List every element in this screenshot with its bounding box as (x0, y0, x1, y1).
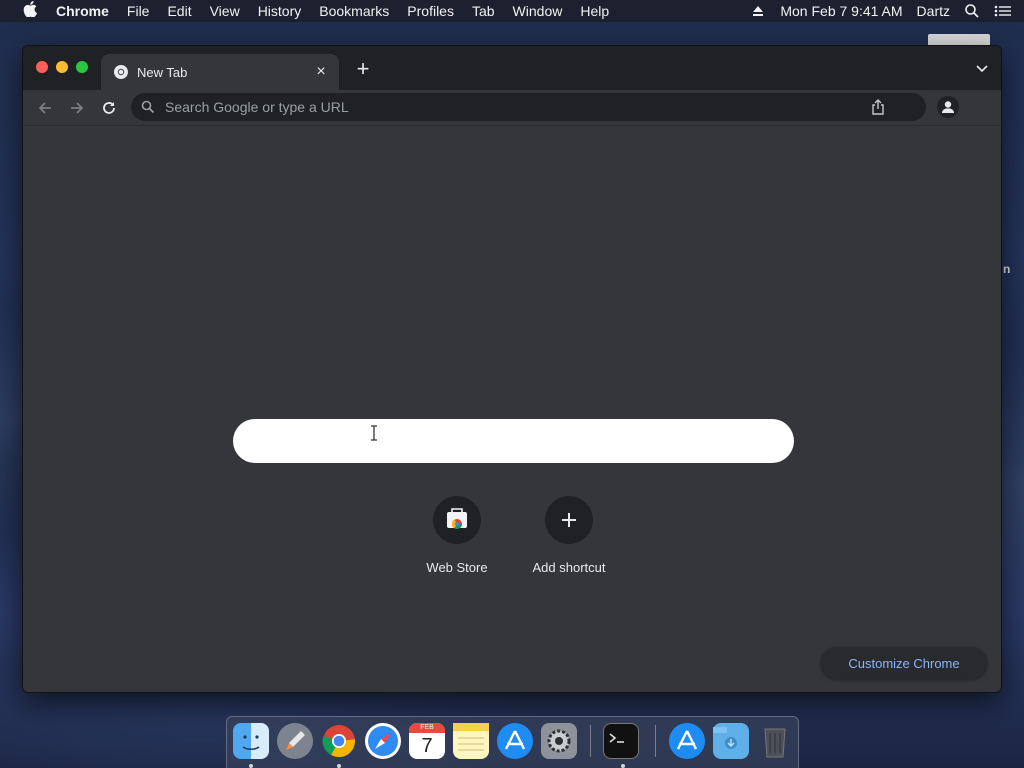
downloads-folder-icon[interactable] (713, 723, 749, 759)
notes-icon[interactable] (453, 723, 489, 759)
menu-extras: Mon Feb 7 9:41 AM Dartz (750, 0, 1024, 22)
app-store-icon[interactable] (497, 723, 533, 759)
close-tab-icon[interactable]: × (313, 64, 329, 80)
trash-icon[interactable] (757, 723, 793, 759)
finder-icon[interactable] (233, 723, 269, 759)
apple-menu-icon[interactable] (20, 1, 40, 21)
reload-button[interactable] (99, 98, 119, 118)
menu-file[interactable]: File (127, 3, 150, 19)
system-preferences-icon[interactable] (541, 723, 577, 759)
back-button[interactable] (35, 98, 55, 118)
shortcut-label: Web Store (426, 560, 488, 575)
menu-edit[interactable]: Edit (167, 3, 191, 19)
customize-chrome-button[interactable]: Customize Chrome (821, 647, 987, 679)
calendar-day: 7 (421, 735, 433, 757)
share-icon[interactable] (870, 99, 886, 115)
terminal-icon[interactable] (603, 723, 639, 759)
tab-title: New Tab (137, 64, 188, 80)
shortcut-label: Add shortcut (532, 560, 606, 575)
calendar-month: FEB (409, 723, 445, 733)
forward-button[interactable] (67, 98, 87, 118)
web-store-icon (433, 496, 481, 544)
tab-strip: New Tab × + (23, 46, 1001, 90)
new-tab-button[interactable]: + (353, 58, 373, 80)
notification-center-icon[interactable] (994, 3, 1011, 19)
address-bar[interactable]: Search Google or type a URL (131, 93, 926, 121)
shortcut-web-store[interactable]: Web Store (401, 496, 513, 575)
zoom-window-button[interactable] (76, 61, 88, 73)
spotlight-search-icon[interactable] (964, 3, 980, 19)
calendar-icon[interactable]: FEB 7 (409, 723, 445, 759)
chrome-window: New Tab × + Search Google or type a URL (22, 45, 1002, 693)
search-icon (141, 100, 155, 114)
launchpad-icon[interactable] (277, 723, 313, 759)
chrome-icon[interactable] (321, 723, 357, 759)
close-window-button[interactable] (36, 61, 48, 73)
menu-clock[interactable]: Mon Feb 7 9:41 AM (780, 3, 902, 19)
tab-new-tab[interactable]: New Tab × (101, 54, 339, 90)
menu-history[interactable]: History (258, 3, 302, 19)
menu-user-name[interactable]: Dartz (917, 3, 950, 19)
address-bar-placeholder: Search Google or type a URL (165, 99, 349, 115)
dock-separator (655, 725, 656, 757)
dock: FEB 7 (226, 716, 799, 768)
menu-window[interactable]: Window (513, 3, 563, 19)
menu-app-name[interactable]: Chrome (56, 3, 109, 19)
running-indicator (337, 764, 341, 768)
menu-bar: Chrome File Edit View History Bookmarks … (0, 0, 1024, 22)
menu-tab[interactable]: Tab (472, 3, 495, 19)
profile-button[interactable] (937, 96, 959, 118)
shortcut-add[interactable]: Add shortcut (513, 496, 625, 575)
applications-folder-icon[interactable] (669, 723, 705, 759)
text-cursor-icon (369, 425, 379, 441)
menu-view[interactable]: View (210, 3, 240, 19)
chrome-icon (113, 64, 129, 80)
ntp-search-box[interactable] (233, 419, 794, 463)
profile-avatar-icon (942, 101, 954, 113)
menu-profiles[interactable]: Profiles (407, 3, 454, 19)
browser-toolbar: Search Google or type a URL (23, 90, 1001, 126)
eject-icon[interactable] (750, 3, 766, 19)
plus-icon (545, 496, 593, 544)
menu-help[interactable]: Help (580, 3, 609, 19)
dock-separator (590, 725, 591, 757)
running-indicator (249, 764, 253, 768)
tab-search-chevron-icon[interactable] (975, 62, 989, 76)
desktop-item-label-fragment: n (1003, 262, 1011, 276)
safari-icon[interactable] (365, 723, 401, 759)
running-indicator (621, 764, 625, 768)
menu-bookmarks[interactable]: Bookmarks (319, 3, 389, 19)
minimize-window-button[interactable] (56, 61, 68, 73)
